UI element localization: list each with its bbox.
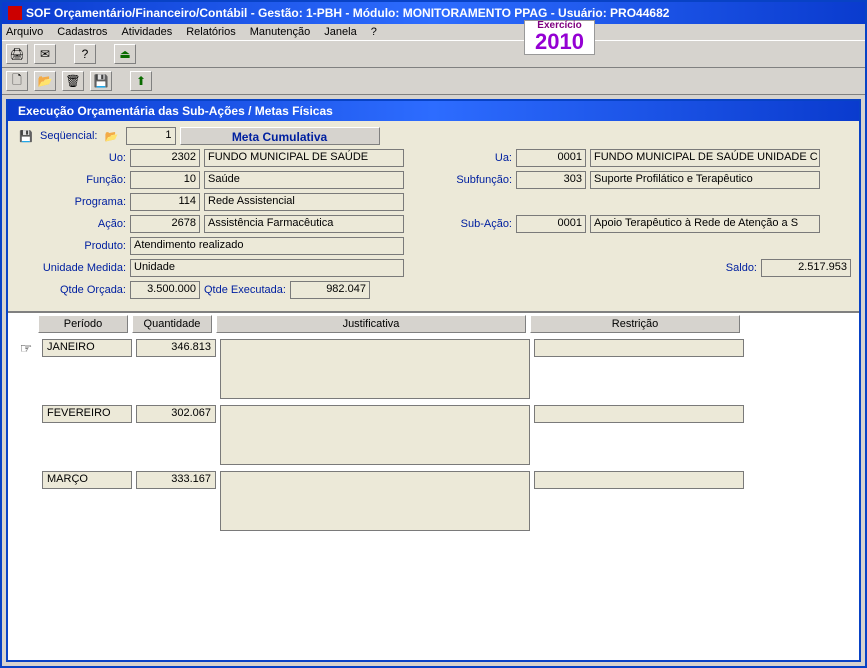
grid-area: Período Quantidade Justificativa Restriç… bbox=[8, 313, 859, 660]
table-row: ☞JANEIRO346.813 bbox=[14, 339, 853, 399]
up-icon[interactable]: ⬆ bbox=[130, 71, 152, 91]
ua-code-field[interactable]: 0001 bbox=[516, 149, 586, 167]
funcao-desc-field[interactable]: Saúde bbox=[204, 171, 404, 189]
uo-desc-field[interactable]: FUNDO MUNICIPAL DE SAÚDE bbox=[204, 149, 404, 167]
acao-code-field[interactable]: 2678 bbox=[130, 215, 200, 233]
cell-periodo[interactable]: JANEIRO bbox=[42, 339, 132, 357]
menu-relatorios[interactable]: Relatórios bbox=[186, 26, 236, 38]
acao-label: Ação: bbox=[16, 218, 126, 230]
open-icon[interactable]: 📂 bbox=[34, 71, 56, 91]
grid-header: Período Quantidade Justificativa Restriç… bbox=[38, 315, 853, 333]
cell-quantidade[interactable]: 302.067 bbox=[136, 405, 216, 423]
save-icon[interactable]: 💾 bbox=[90, 71, 112, 91]
save-record-icon[interactable]: 💾 bbox=[16, 127, 36, 145]
menu-janela[interactable]: Janela bbox=[324, 26, 356, 38]
row-pointer-icon: ☞ bbox=[14, 339, 38, 357]
exit-icon[interactable]: ⏏ bbox=[114, 44, 136, 64]
saldo-field: 2.517.953 bbox=[761, 259, 851, 277]
cell-quantidade[interactable]: 333.167 bbox=[136, 471, 216, 489]
uo-code-field[interactable]: 2302 bbox=[130, 149, 200, 167]
inner-window-title: Execução Orçamentária das Sub-Ações / Me… bbox=[18, 104, 333, 118]
subfuncao-code-field[interactable]: 303 bbox=[516, 171, 586, 189]
exercicio-badge: Exercício 2010 bbox=[524, 20, 595, 55]
toolbar-primary: 🖨 ✉ ? ⏏ bbox=[2, 40, 865, 68]
mail-icon[interactable]: ✉ bbox=[34, 44, 56, 64]
programa-code-field[interactable]: 114 bbox=[130, 193, 200, 211]
row-pointer-icon bbox=[14, 405, 38, 423]
row-pointer-icon bbox=[14, 471, 38, 489]
main-window: SOF Orçamentário/Financeiro/Contábil - G… bbox=[0, 0, 867, 668]
toolbar-secondary: 🗋 📂 🗑 💾 ⬆ bbox=[2, 68, 865, 95]
table-row: FEVEREIRO302.067 bbox=[14, 405, 853, 465]
menubar: Arquivo Cadastros Atividades Relatórios … bbox=[2, 24, 865, 40]
help-icon[interactable]: ? bbox=[74, 44, 96, 64]
cell-restricao[interactable] bbox=[534, 405, 744, 423]
sequencial-label: Seqüencial: bbox=[40, 130, 98, 142]
subfuncao-desc-field[interactable]: Suporte Profilático e Terapêutico bbox=[590, 171, 820, 189]
table-row: MARÇO333.167 bbox=[14, 471, 853, 531]
cell-restricao[interactable] bbox=[534, 471, 744, 489]
col-restricao[interactable]: Restrição bbox=[530, 315, 740, 333]
exercicio-year: 2010 bbox=[535, 31, 584, 53]
menu-help[interactable]: ? bbox=[371, 26, 377, 38]
cell-justificativa[interactable] bbox=[220, 339, 530, 399]
produto-field[interactable]: Atendimento realizado bbox=[130, 237, 404, 255]
qtde-orcada-field[interactable]: 3.500.000 bbox=[130, 281, 200, 299]
menu-atividades[interactable]: Atividades bbox=[121, 26, 172, 38]
print-icon[interactable]: 🖨 bbox=[6, 44, 28, 64]
window-title: SOF Orçamentário/Financeiro/Contábil - G… bbox=[26, 6, 669, 20]
col-quantidade[interactable]: Quantidade bbox=[132, 315, 212, 333]
programa-desc-field[interactable]: Rede Assistencial bbox=[204, 193, 404, 211]
ua-desc-field[interactable]: FUNDO MUNICIPAL DE SAÚDE UNIDADE C bbox=[590, 149, 820, 167]
cell-restricao[interactable] bbox=[534, 339, 744, 357]
unidade-label: Unidade Medida: bbox=[16, 262, 126, 274]
programa-label: Programa: bbox=[16, 196, 126, 208]
col-justificativa[interactable]: Justificativa bbox=[216, 315, 526, 333]
app-icon bbox=[8, 6, 22, 20]
menu-arquivo[interactable]: Arquivo bbox=[6, 26, 43, 38]
qtde-exec-field[interactable]: 982.047 bbox=[290, 281, 370, 299]
new-icon[interactable]: 🗋 bbox=[6, 71, 28, 91]
titlebar: SOF Orçamentário/Financeiro/Contábil - G… bbox=[2, 2, 865, 24]
ua-label: Ua: bbox=[452, 152, 512, 164]
cell-periodo[interactable]: FEVEREIRO bbox=[42, 405, 132, 423]
inner-titlebar: Execução Orçamentária das Sub-Ações / Me… bbox=[8, 101, 859, 121]
cell-justificativa[interactable] bbox=[220, 471, 530, 531]
funcao-label: Função: bbox=[16, 174, 126, 186]
funcao-code-field[interactable]: 10 bbox=[130, 171, 200, 189]
sequencial-field[interactable]: 1 bbox=[126, 127, 176, 145]
unidade-field[interactable]: Unidade bbox=[130, 259, 404, 277]
meta-cumulativa-header: Meta Cumulativa bbox=[180, 127, 380, 145]
acao-desc-field[interactable]: Assistência Farmacêutica bbox=[204, 215, 404, 233]
uo-label: Uo: bbox=[16, 152, 126, 164]
cell-quantidade[interactable]: 346.813 bbox=[136, 339, 216, 357]
col-periodo[interactable]: Período bbox=[38, 315, 128, 333]
cell-justificativa[interactable] bbox=[220, 405, 530, 465]
subfuncao-label: Subfunção: bbox=[452, 174, 512, 186]
subacao-label: Sub-Ação: bbox=[452, 218, 512, 230]
qtde-exec-label: Qtde Executada: bbox=[204, 284, 286, 296]
form-area: 💾 Seqüencial: 📂 1 Meta Cumulativa Uo: 23… bbox=[8, 121, 859, 313]
produto-label: Produto: bbox=[16, 240, 126, 252]
subacao-desc-field[interactable]: Apoio Terapêutico à Rede de Atenção a S bbox=[590, 215, 820, 233]
workspace: Execução Orçamentária das Sub-Ações / Me… bbox=[2, 95, 865, 666]
saldo-label: Saldo: bbox=[726, 262, 757, 274]
qtde-orcada-label: Qtde Orçada: bbox=[16, 284, 126, 296]
delete-icon[interactable]: 🗑 bbox=[62, 71, 84, 91]
cell-periodo[interactable]: MARÇO bbox=[42, 471, 132, 489]
open-record-icon[interactable]: 📂 bbox=[102, 127, 122, 145]
menu-cadastros[interactable]: Cadastros bbox=[57, 26, 107, 38]
subacao-code-field[interactable]: 0001 bbox=[516, 215, 586, 233]
menu-manutencao[interactable]: Manutenção bbox=[250, 26, 311, 38]
inner-window: Execução Orçamentária das Sub-Ações / Me… bbox=[6, 99, 861, 662]
